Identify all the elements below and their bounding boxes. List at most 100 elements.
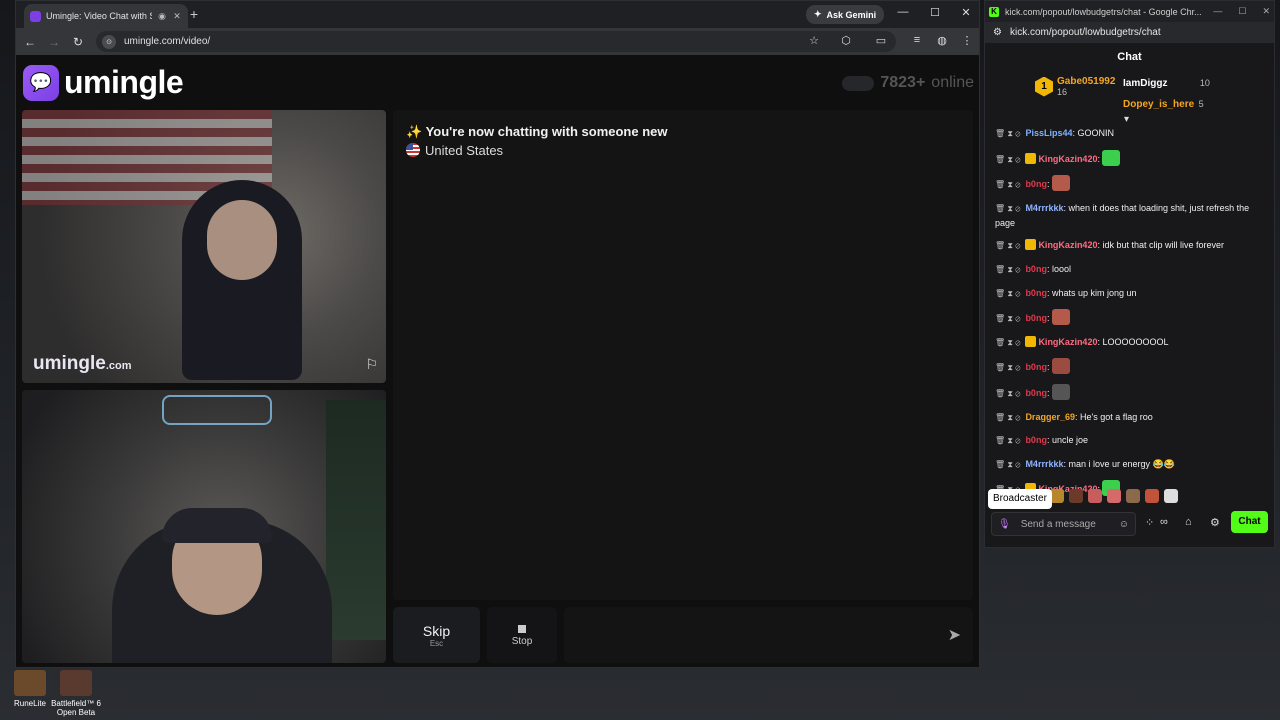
stop-button[interactable]: Stop [487, 607, 557, 663]
minimize-icon[interactable]: — [1213, 6, 1222, 17]
chat-username[interactable]: KingKazin420 [1038, 154, 1097, 164]
minimize-icon[interactable]: — [896, 6, 910, 18]
chat-message[interactable]: 🗑 ⧗ ⊘ b0ng: [991, 309, 1266, 326]
cast-icon[interactable]: ▭ [873, 34, 889, 47]
menu-icon[interactable]: ⋮ [959, 34, 975, 47]
chat-username[interactable]: b0ng [1025, 435, 1047, 445]
infinity-icon[interactable]: ∞ [1160, 516, 1168, 528]
chat-username[interactable]: KingKazin420 [1038, 337, 1097, 347]
chat-message-input[interactable]: 🎙 Send a message ☺ [991, 512, 1136, 536]
media-icon[interactable]: ≡ [909, 34, 925, 46]
chat-username[interactable]: b0ng [1025, 179, 1047, 189]
chat-message[interactable]: 🗑 ⧗ ⊘ b0ng: loool [991, 262, 1266, 277]
mod-badges-icon[interactable]: 🗑 ⧗ ⊘ [995, 265, 1020, 274]
emote-icon[interactable] [1107, 489, 1121, 503]
chat-message[interactable]: 🗑 ⧗ ⊘ Dragger_69: He's got a flag roo [991, 410, 1266, 425]
close-window-icon[interactable]: ✕ [959, 6, 973, 19]
share-icon[interactable]: ⁘ [1145, 516, 1154, 529]
chat-message[interactable]: 🗑 ⧗ ⊘KingKazin420: [991, 149, 1266, 167]
desktop-icon-battlefield[interactable]: Battlefield™ 6 Open Beta [45, 670, 107, 717]
umingle-logo[interactable]: 💬 umingle [23, 64, 184, 101]
gifter-row[interactable]: IamDiggz 10 [1123, 73, 1210, 91]
crown-badge-icon [1025, 335, 1037, 347]
mod-badges-icon[interactable]: 🗑 ⧗ ⊘ [995, 289, 1020, 298]
top-gifter[interactable]: 1 Gabe051992 16 [1035, 76, 1115, 97]
tab-umingle[interactable]: Umingle: Video Chat with S ◉ ✕ [24, 4, 188, 28]
emote-icon[interactable] [1145, 489, 1159, 503]
site-info-icon[interactable]: ⊙ [102, 34, 116, 49]
back-icon[interactable]: ← [18, 35, 42, 49]
reload-icon[interactable]: ↻ [66, 35, 90, 49]
mod-badges-icon[interactable]: 🗑 ⧗ ⊘ [995, 155, 1020, 164]
mod-badges-icon[interactable]: 🗑 ⧗ ⊘ [995, 460, 1020, 469]
chat-message[interactable]: 🗑 ⧗ ⊘ b0ng: uncle joe [991, 433, 1266, 448]
report-flag-icon[interactable]: ⚐ [365, 356, 378, 373]
mod-badges-icon[interactable]: 🗑 ⧗ ⊘ [995, 363, 1020, 372]
emote-bar [1050, 489, 1178, 503]
bookmark-star-icon[interactable]: ☆ [806, 34, 822, 47]
chat-username[interactable]: PissLips44 [1025, 128, 1072, 138]
popout-url-bar[interactable]: ⚙ kick.com/popout/lowbudgetrs/chat [985, 22, 1274, 43]
mod-badges-icon[interactable]: 🗑 ⧗ ⊘ [995, 314, 1020, 323]
emote-icon[interactable] [1126, 489, 1140, 503]
close-window-icon[interactable]: ✕ [1262, 6, 1270, 17]
pin-icon[interactable]: ▾ [1124, 114, 1129, 125]
chat-text: uncle joe [1051, 435, 1088, 446]
mod-badges-icon[interactable]: 🗑 ⧗ ⊘ [995, 204, 1020, 213]
chat-username[interactable]: b0ng [1025, 313, 1047, 323]
chat-message[interactable]: 🗑 ⧗ ⊘ b0ng: [991, 175, 1266, 192]
maximize-icon[interactable]: ☐ [928, 6, 942, 19]
chat-message[interactable]: 🗑 ⧗ ⊘ b0ng: [991, 383, 1266, 401]
chat-username[interactable]: M4rrrkkk [1025, 459, 1063, 469]
chat-username[interactable]: Dragger_69 [1025, 412, 1075, 422]
chat-username[interactable]: b0ng [1025, 362, 1047, 372]
chat-send-button[interactable]: Chat [1231, 511, 1268, 533]
new-tab-button[interactable]: + [186, 6, 202, 22]
emote-icon[interactable] [1050, 489, 1064, 503]
send-icon[interactable]: ➤ [948, 625, 961, 645]
mod-badges-icon[interactable]: 🗑 ⧗ ⊘ [995, 413, 1020, 422]
chat-message[interactable]: 🗑 ⧗ ⊘ M4rrrkkk: man i love ur energy 😂😂 [991, 457, 1266, 472]
emote-icon [1051, 309, 1070, 326]
online-toggle[interactable] [842, 75, 875, 91]
site-settings-icon[interactable]: ⚙ [993, 27, 1002, 38]
chat-message[interactable]: 🗑 ⧗ ⊘ KingKazin420: idk but that clip wil… [991, 238, 1266, 253]
emote-icon[interactable] [1069, 489, 1083, 503]
microphone-icon[interactable]: 🎙 [998, 519, 1011, 530]
chat-message[interactable]: 🗑 ⧗ ⊘ b0ng: whats up kim jong un [991, 286, 1266, 301]
store-icon[interactable]: ⌂ [1185, 516, 1192, 528]
mod-badges-icon[interactable]: 🗑 ⧗ ⊘ [995, 389, 1020, 398]
emoji-icon[interactable]: ☺ [1119, 519, 1129, 530]
mod-badges-icon[interactable]: 🗑 ⧗ ⊘ [995, 436, 1020, 445]
mod-badges-icon[interactable]: 🗑 ⧗ ⊘ [995, 338, 1020, 347]
tab-close-icon[interactable]: ✕ [172, 11, 182, 22]
gifter-row[interactable]: Dopey_is_here 5 [1123, 94, 1210, 112]
emote-icon[interactable] [1088, 489, 1102, 503]
chat-username[interactable]: KingKazin420 [1038, 240, 1097, 250]
chat-username[interactable]: b0ng [1025, 288, 1047, 298]
message-input[interactable]: ➤ [564, 607, 973, 663]
maximize-icon[interactable]: ☐ [1238, 6, 1246, 17]
chat-username[interactable]: M4rrrkkk [1025, 203, 1063, 213]
chat-text: GOONIN [1077, 128, 1114, 138]
kick-chat-popout: K kick.com/popout/lowbudgetrs/chat - Goo… [984, 0, 1275, 548]
extensions-icon[interactable]: ⬡ [838, 34, 854, 47]
chat-message[interactable]: 🗑 ⧗ ⊘ M4rrrkkk: when it does that loading… [991, 201, 1266, 230]
url-field[interactable]: ⊙ umingle.com/video/ [96, 31, 896, 52]
chat-bubble-icon: 💬 [23, 64, 59, 101]
mod-badges-icon[interactable]: 🗑 ⧗ ⊘ [995, 129, 1020, 138]
chat-username[interactable]: b0ng [1025, 388, 1047, 398]
mod-badges-icon[interactable]: 🗑 ⧗ ⊘ [995, 180, 1020, 189]
chat-username[interactable]: b0ng [1025, 264, 1047, 274]
chat-message[interactable]: 🗑 ⧗ ⊘ PissLips44: GOONIN [991, 126, 1266, 141]
forward-icon[interactable]: → [42, 35, 66, 49]
mod-badges-icon[interactable]: 🗑 ⧗ ⊘ [995, 241, 1020, 250]
profile-icon[interactable]: ◍ [934, 34, 950, 47]
emote-icon[interactable] [1164, 489, 1178, 503]
ask-gemini-button[interactable]: ✦ Ask Gemini [806, 5, 885, 24]
chat-text: idk but that clip will live forever [1102, 240, 1225, 251]
skip-button[interactable]: Skip Esc [393, 607, 480, 663]
chat-message[interactable]: 🗑 ⧗ ⊘ KingKazin420: LOOOOOOOOL [991, 335, 1266, 350]
settings-gear-icon[interactable]: ⚙ [1210, 516, 1220, 529]
chat-message[interactable]: 🗑 ⧗ ⊘ b0ng: [991, 358, 1266, 375]
